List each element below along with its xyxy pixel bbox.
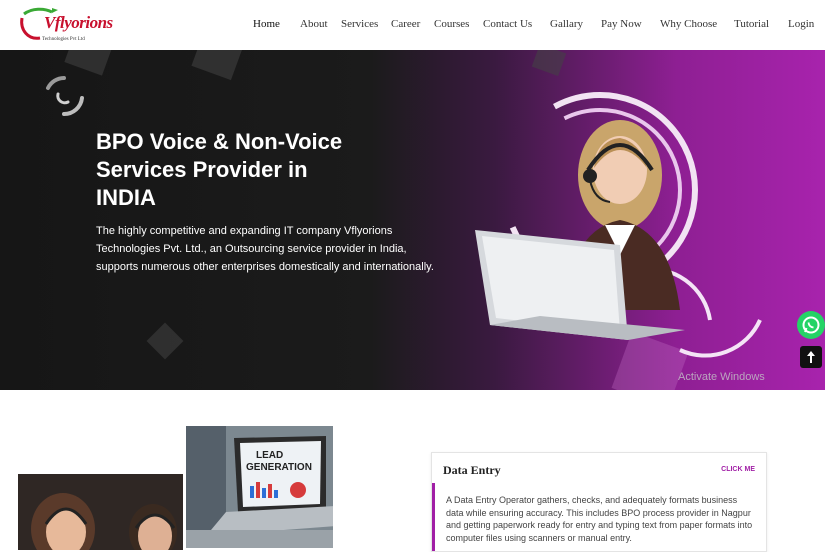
card-accent-bar xyxy=(432,483,435,551)
card-description: A Data Entry Operator gathers, checks, a… xyxy=(446,494,756,544)
lead-text: LEAD xyxy=(256,450,283,461)
hero-title: BPO Voice & Non-Voice Services Provider … xyxy=(96,128,396,212)
hero-title-line: INDIA xyxy=(96,185,156,210)
arrow-up-icon xyxy=(807,351,815,363)
decor-square xyxy=(64,50,116,76)
card-text-line: data while ensuring accuracy. This inclu… xyxy=(446,507,751,518)
nav-tutorial[interactable]: Tutorial xyxy=(734,18,769,30)
generation-text: GENERATION xyxy=(246,462,312,473)
hero-description: The highly competitive and expanding IT … xyxy=(96,222,446,276)
spinner-icon xyxy=(46,76,84,117)
team-image xyxy=(18,474,183,550)
hero-text-line: The highly competitive and expanding IT … xyxy=(96,225,393,237)
logo-subtitle: Technologies Pvt Ltd xyxy=(42,37,85,42)
hero-text-line: Technologies Pvt. Ltd., an Outsourcing s… xyxy=(96,243,407,255)
card-title: Data Entry xyxy=(443,463,501,477)
logo[interactable]: Vflyorions Technologies Pvt Ltd xyxy=(18,4,113,46)
lead-generation-photo: LEAD GENERATION xyxy=(186,426,333,548)
nav-login[interactable]: Login xyxy=(788,18,814,30)
nav-home[interactable]: Home xyxy=(253,18,280,30)
call-center-team-photo xyxy=(18,474,183,550)
activate-windows-watermark: Activate Windows xyxy=(678,371,765,383)
site-header: Vflyorions Technologies Pvt Ltd Home Abo… xyxy=(0,0,825,50)
nav-about[interactable]: About xyxy=(300,18,328,30)
nav-gallary[interactable]: Gallary xyxy=(550,18,583,30)
decor-square xyxy=(191,50,243,81)
nav-contact[interactable]: Contact Us xyxy=(483,18,532,30)
hero-text-line: supports numerous other enterprises dome… xyxy=(96,261,434,273)
scroll-to-top-button[interactable] xyxy=(800,346,822,368)
nav-services[interactable]: Services xyxy=(341,18,378,30)
click-me-link[interactable]: CLICK ME xyxy=(721,466,755,473)
card-text-line: and getting paperwork ready for entry an… xyxy=(446,520,753,530)
hero-title-line: Services Provider in xyxy=(96,157,308,182)
card-text-line: A Data Entry Operator gathers, checks, a… xyxy=(446,495,738,505)
logo-text: Vflyorions xyxy=(44,13,113,32)
hero-banner: BPO Voice & Non-Voice Services Provider … xyxy=(0,50,825,390)
laptop-image: LEAD GENERATION xyxy=(186,426,333,548)
service-card-data-entry: Data Entry CLICK ME A Data Entry Operato… xyxy=(431,452,767,552)
card-text-line: computer files using scanners or manual … xyxy=(446,532,632,543)
decor-square xyxy=(146,322,184,360)
hero-title-line: BPO Voice & Non-Voice xyxy=(96,129,343,154)
nav-courses[interactable]: Courses xyxy=(434,18,469,30)
nav-why-choose[interactable]: Why Choose xyxy=(660,18,717,30)
whatsapp-button[interactable] xyxy=(797,311,825,339)
decor-square xyxy=(531,50,567,77)
nav-career[interactable]: Career xyxy=(391,18,420,30)
nav-pay-now[interactable]: Pay Now xyxy=(601,18,642,30)
hero-agent-illustration xyxy=(475,92,762,358)
whatsapp-icon xyxy=(802,316,820,334)
